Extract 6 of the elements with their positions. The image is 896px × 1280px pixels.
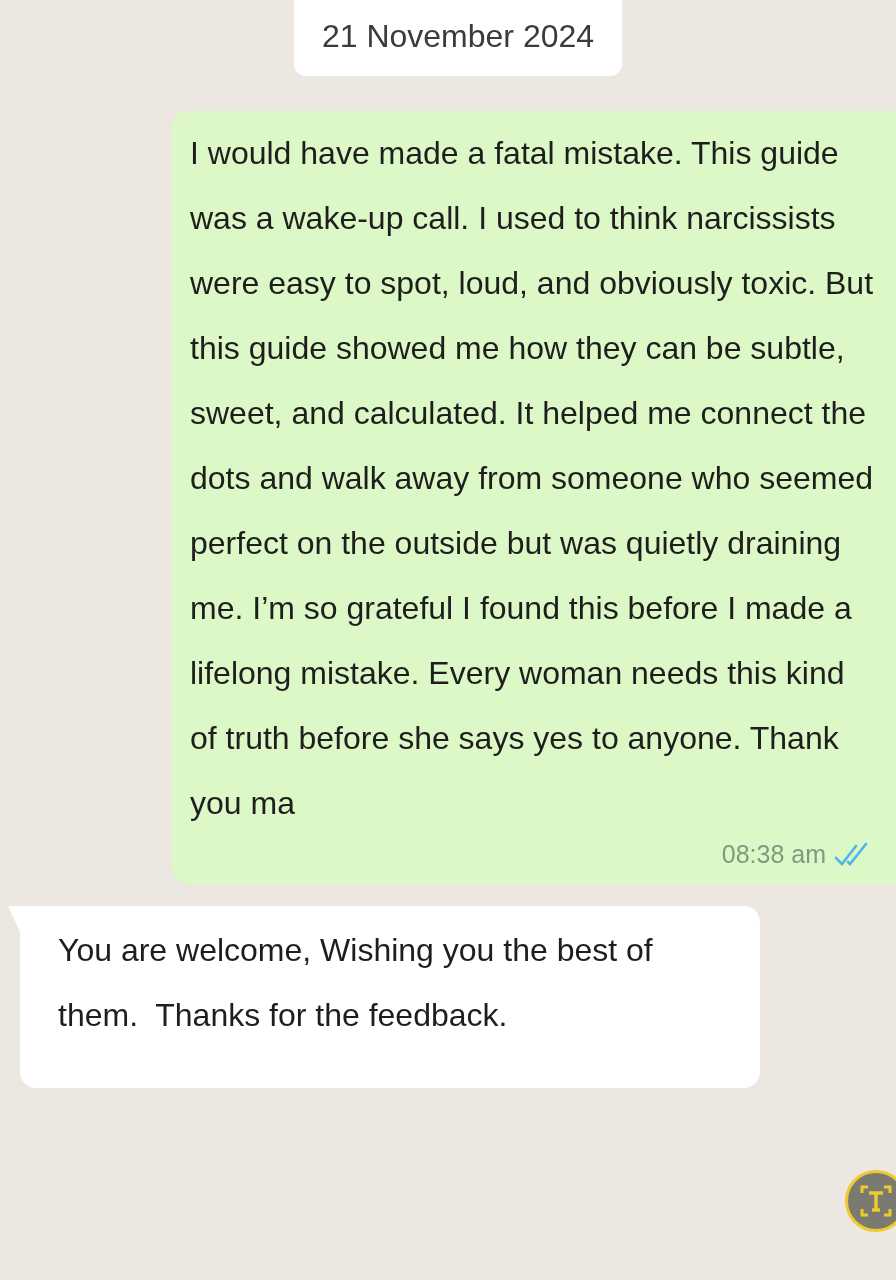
- message-text: You are welcome, Wishing you the best of them. Thanks for the feedback.: [58, 930, 654, 1035]
- message-time: 08:38 am: [721, 839, 826, 870]
- text-icon: [858, 1183, 894, 1219]
- date-chip: 21 November 2024: [293, 0, 623, 76]
- message-text: I would have made a fatal mistake. This guide was a wake-up call. I used to think narcissists were easy to spot, loud, and obviously toxic. But this guide showed me how they can be subtle, sweet, and calculated. It helped me connect the dots and walk away from someone who seemed perfect on the outside but was quietly draining me. I’m so grateful I found this before I made a lifelong mistake. Every woman needs this kind of truth before she says yes to anyone. Thank you ma: [190, 134, 875, 823]
- translate-button[interactable]: [845, 1170, 896, 1232]
